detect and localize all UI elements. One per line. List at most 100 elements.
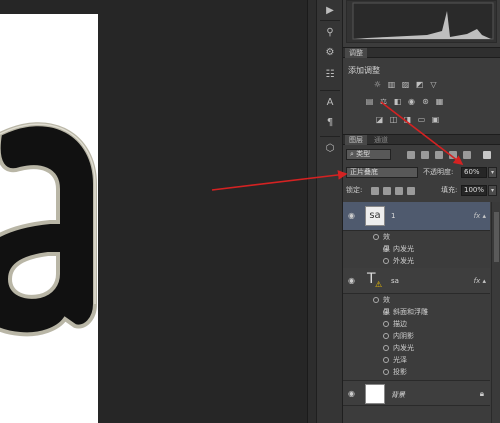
layer-name[interactable]: 1 — [391, 212, 395, 220]
fx-icon[interactable]: fx ▴ — [474, 212, 486, 220]
histogram-graph — [352, 2, 494, 40]
layer-thumbnail: sa — [365, 206, 385, 226]
layer-name[interactable]: sa — [391, 277, 399, 285]
layers-tabbar: 图层 通道 — [343, 134, 500, 145]
blend-mode-value: 正片叠底 — [350, 168, 378, 176]
clone-source-icon[interactable]: ⚙ — [321, 46, 339, 60]
eye-icon[interactable]: ◉ — [348, 212, 358, 220]
fill-label: 填充: — [441, 186, 458, 194]
right-panels: 调整 添加调整 ☼ ▥ ▨ ◩ ▽ ▤ ⚖ ◧ ◉ ⊛ ▦ ◪ ◫ ◨ ▭ ▣ … — [343, 0, 500, 423]
tab-layers[interactable]: 图层 — [345, 135, 367, 145]
posterize-icon[interactable]: ◫ — [389, 115, 398, 124]
lock-position-icon[interactable] — [395, 187, 403, 195]
fill-dropdown-icon[interactable]: ▾ — [488, 185, 497, 196]
eye-icon[interactable] — [383, 321, 389, 327]
lock-transparency-icon[interactable] — [371, 187, 379, 195]
filter-pixel-icon[interactable] — [407, 151, 415, 159]
layers-scrollbar[interactable] — [491, 202, 500, 423]
effect-name[interactable]: 外发光 — [393, 255, 414, 267]
eye-icon[interactable] — [383, 345, 389, 351]
chrome-letter-a — [0, 122, 97, 337]
opacity-field[interactable]: 60% — [461, 167, 487, 178]
lock-all-icon[interactable] — [407, 187, 415, 195]
eye-icon[interactable] — [383, 357, 389, 363]
fill-field[interactable]: 100% — [461, 185, 487, 196]
histogram-panel — [346, 0, 497, 43]
layer-name[interactable]: 背景 — [391, 390, 405, 400]
lock-row: 锁定: 填充: 100% ▾ — [343, 184, 500, 198]
divider — [320, 20, 340, 21]
opacity-dropdown-icon[interactable]: ▾ — [488, 167, 497, 178]
curves-icon[interactable]: ▨ — [401, 80, 410, 89]
divider — [320, 136, 340, 137]
filter-smartobject-icon[interactable] — [463, 151, 471, 159]
filter-kind-select[interactable]: ⌕ 类型 — [346, 149, 391, 160]
effect-name[interactable]: 描边 — [393, 318, 407, 330]
lock-pixels-icon[interactable] — [383, 187, 391, 195]
eye-icon[interactable] — [383, 333, 389, 339]
lock-label: 锁定: — [346, 186, 363, 194]
invert-icon[interactable]: ◪ — [375, 115, 384, 124]
divider — [320, 90, 340, 91]
channel-mixer-icon[interactable]: ⊛ — [421, 97, 430, 106]
panel-divider[interactable] — [307, 0, 316, 423]
eye-icon[interactable] — [383, 258, 389, 264]
filter-toggle-icon[interactable] — [483, 151, 491, 159]
character-icon[interactable]: A — [321, 96, 339, 110]
hue-saturation-icon[interactable]: ▤ — [365, 97, 374, 106]
threshold-icon[interactable]: ◨ — [403, 115, 412, 124]
filter-shape-icon[interactable] — [449, 151, 457, 159]
layer-sa[interactable]: ◉ T ⚠ sa fx ▴ — [343, 268, 490, 294]
layer-comps-icon[interactable]: ☷ — [321, 68, 339, 82]
play-icon[interactable]: ▶ — [321, 4, 339, 18]
layer-filter-row: ⌕ 类型 — [343, 147, 500, 162]
filter-type-icon[interactable] — [435, 151, 443, 159]
color-lookup-icon[interactable]: ▦ — [435, 97, 444, 106]
tab-adjustments[interactable]: 调整 — [345, 48, 367, 58]
brightness-icon[interactable]: ☼ — [373, 80, 382, 89]
blend-mode-select[interactable]: 正片叠底 — [346, 167, 418, 178]
effect-name[interactable]: 投影 — [393, 366, 407, 378]
adjustments-title: 添加调整 — [348, 66, 380, 75]
filter-kind-label: 类型 — [356, 150, 371, 158]
photo-filter-icon[interactable]: ◉ — [407, 97, 416, 106]
canvas-area[interactable] — [0, 0, 307, 423]
exposure-icon[interactable]: ◩ — [415, 80, 424, 89]
gradient-map-icon[interactable]: ▭ — [417, 115, 426, 124]
adjustments-tabbar: 调整 — [343, 47, 500, 58]
color-balance-icon[interactable]: ⚖ — [379, 97, 388, 106]
panel-icon-strip: ▶ ⚲ ⚙ ☷ A ¶ ⬡ — [316, 0, 343, 423]
levels-icon[interactable]: ▥ — [387, 80, 396, 89]
eye-icon[interactable] — [373, 234, 379, 240]
layers-list: ◉ sa 1 fx ▴ 效果 内发光 外发光 ◉ T ⚠ sa fx ▴ 效果 … — [343, 202, 500, 423]
effect-name[interactable]: 内发光 — [393, 243, 414, 255]
photoshop-window: ▶ ⚲ ⚙ ☷ A ¶ ⬡ 调整 添加调整 ☼ ▥ ▨ ◩ ▽ ▤ ⚖ ◧ ◉ … — [0, 0, 500, 423]
tab-channels[interactable]: 通道 — [370, 135, 392, 145]
document-canvas[interactable] — [0, 14, 98, 423]
effect-name[interactable]: 内发光 — [393, 342, 414, 354]
effect-name[interactable]: 光泽 — [393, 354, 407, 366]
eye-icon[interactable]: ◉ — [348, 390, 358, 398]
opacity-label: 不透明度: — [423, 168, 454, 176]
black-white-icon[interactable]: ◧ — [393, 97, 402, 106]
layer-1[interactable]: ◉ sa 1 fx ▴ — [343, 202, 490, 231]
eye-icon[interactable] — [383, 309, 389, 315]
eye-icon[interactable] — [383, 369, 389, 375]
layer-background[interactable]: ◉ 背景 🔒︎ — [343, 380, 490, 406]
vibrance-icon[interactable]: ▽ — [429, 80, 438, 89]
selective-color-icon[interactable]: ▣ — [431, 115, 440, 124]
3d-icon[interactable]: ⬡ — [321, 142, 339, 156]
blend-row: 正片叠底 不透明度: 60% ▾ — [343, 166, 500, 180]
eye-icon[interactable] — [373, 297, 379, 303]
layer-thumbnail — [365, 384, 385, 404]
brush-presets-icon[interactable]: ⚲ — [321, 26, 339, 40]
effect-name[interactable]: 斜面和浮雕 — [393, 306, 428, 318]
fx-icon[interactable]: fx ▴ — [474, 277, 486, 285]
eye-icon[interactable] — [383, 246, 389, 252]
paragraph-icon[interactable]: ¶ — [321, 116, 339, 130]
lock-icon: 🔒︎ — [479, 389, 484, 398]
filter-adjustment-icon[interactable] — [421, 151, 429, 159]
eye-icon[interactable]: ◉ — [348, 277, 358, 285]
scrollbar-thumb[interactable] — [494, 212, 499, 262]
effect-name[interactable]: 内阴影 — [393, 330, 414, 342]
